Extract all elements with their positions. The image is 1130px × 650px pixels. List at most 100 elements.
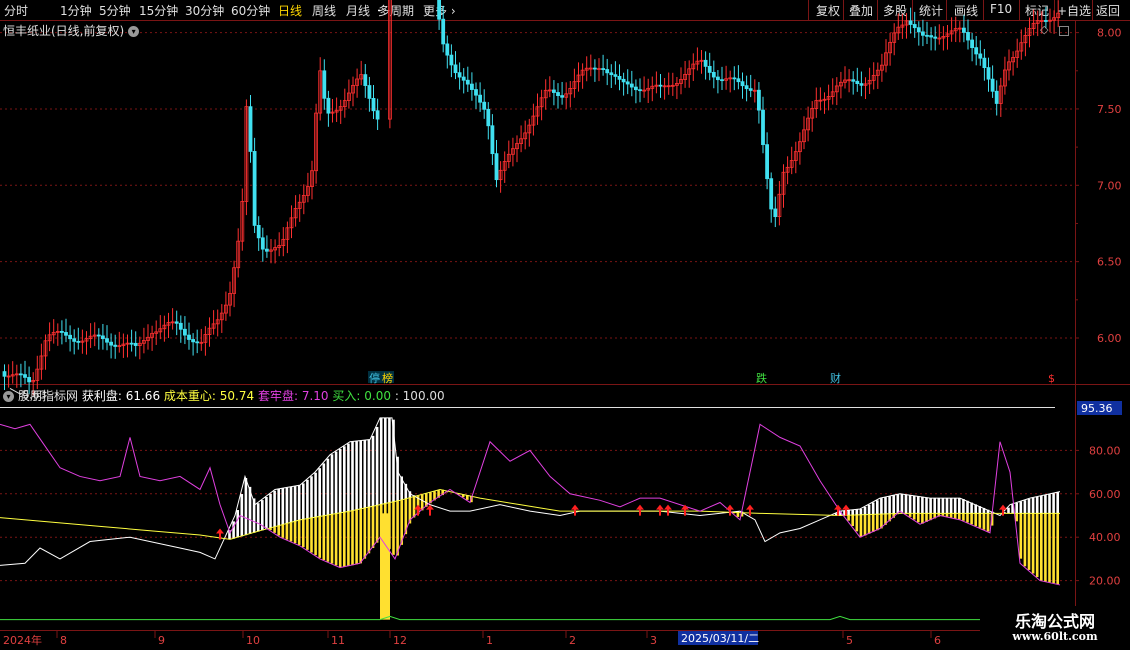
trapped-bar bbox=[966, 513, 969, 523]
profit-bar bbox=[908, 495, 912, 514]
candle-body bbox=[933, 36, 938, 39]
diamond-icon[interactable]: ◇ bbox=[1040, 23, 1048, 36]
profit-bar bbox=[880, 498, 883, 515]
candle-body bbox=[363, 74, 368, 86]
candle-body bbox=[133, 342, 138, 346]
indicator-tick-label: 40.00 bbox=[1089, 531, 1121, 544]
month-label: 5 bbox=[846, 634, 853, 647]
candle-body bbox=[465, 79, 470, 85]
candle-body bbox=[617, 75, 622, 80]
profit-bar bbox=[912, 495, 916, 514]
trapped-bar bbox=[921, 513, 924, 524]
candle-body bbox=[625, 81, 630, 85]
profit-bar bbox=[958, 498, 961, 514]
candle-body bbox=[375, 110, 380, 120]
profit-bar bbox=[925, 497, 928, 514]
candle-body bbox=[962, 27, 966, 33]
trapped-bar bbox=[871, 514, 875, 533]
candle-body bbox=[174, 321, 179, 324]
candle-body bbox=[474, 89, 478, 96]
trapped-bar bbox=[1056, 513, 1059, 585]
trapped-bar bbox=[297, 520, 301, 545]
candle-body bbox=[129, 342, 134, 345]
trapped-bar bbox=[326, 515, 330, 562]
trapped-bar bbox=[1048, 513, 1051, 583]
profit-bar bbox=[281, 488, 285, 525]
profit-bar bbox=[1015, 502, 1018, 514]
candle-body bbox=[113, 344, 118, 347]
month-label: 12 bbox=[393, 634, 407, 647]
trapped-bar bbox=[851, 515, 854, 527]
trapped-bar bbox=[314, 517, 317, 556]
profit-bar bbox=[297, 485, 301, 521]
candle-body bbox=[736, 78, 741, 83]
profit-bar bbox=[888, 496, 891, 514]
candle-body bbox=[855, 80, 860, 84]
trapped-bar bbox=[970, 513, 973, 525]
profit-bar bbox=[970, 502, 973, 514]
candle-body bbox=[445, 43, 450, 56]
profit-bar bbox=[900, 493, 904, 514]
profit-bar bbox=[326, 458, 330, 516]
trapped-bar bbox=[285, 523, 289, 540]
candle-body bbox=[851, 79, 856, 82]
candle-body bbox=[378, 9, 380, 12]
candle-body bbox=[744, 85, 749, 90]
candle-body bbox=[716, 76, 720, 81]
profit-label: 获利盘: 61.66 bbox=[81, 389, 161, 403]
kline-chart[interactable]: 9.509.008.508.007.507.006.506.00 9.895.6… bbox=[0, 0, 1130, 650]
trapped-bar bbox=[322, 515, 326, 560]
candle-body bbox=[916, 27, 921, 33]
candle-body bbox=[23, 374, 27, 378]
candle-body bbox=[634, 86, 638, 91]
price-tick-label: 7.50 bbox=[1097, 103, 1122, 116]
profit-bar bbox=[244, 478, 248, 536]
event-label: 榜 bbox=[382, 371, 393, 385]
candle-body bbox=[613, 74, 618, 77]
profit-bar bbox=[318, 468, 321, 517]
trapped-bar bbox=[306, 518, 309, 550]
profit-bar bbox=[363, 440, 367, 509]
candle-body bbox=[773, 208, 778, 218]
trapped-bar bbox=[338, 513, 342, 568]
candle-body bbox=[925, 34, 929, 37]
candle-body bbox=[748, 88, 753, 91]
profit-bar bbox=[289, 486, 293, 523]
profit-bar bbox=[941, 498, 945, 514]
current-value-label: 95.36 bbox=[1081, 402, 1113, 415]
profit-bar bbox=[933, 498, 936, 514]
watermark-url: www.60lt.com bbox=[1012, 630, 1098, 643]
chevron-down-icon[interactable]: ▾ bbox=[3, 391, 14, 402]
stock-title[interactable]: 恒丰纸业(日线,前复权) ▾ bbox=[3, 22, 140, 39]
candle-body bbox=[990, 78, 995, 92]
event-markers: 停榜 跌 财 $ bbox=[368, 371, 1055, 385]
profit-bar bbox=[1048, 494, 1051, 514]
profit-bar bbox=[1044, 495, 1047, 514]
window-toggle-icon[interactable] bbox=[1056, 23, 1069, 37]
trapped-bar bbox=[736, 512, 740, 517]
profit-bar bbox=[1056, 492, 1059, 514]
trapped-bar bbox=[917, 513, 920, 523]
month-label: 1 bbox=[486, 634, 493, 647]
buy-arrow-icon bbox=[636, 504, 644, 516]
indicator-title[interactable]: ▾ 股朋指标网 获利盘: 61.66 成本重心: 50.74 套牢盘: 7.10 … bbox=[3, 387, 445, 404]
candle-body bbox=[68, 334, 72, 340]
chevron-down-icon[interactable]: ▾ bbox=[128, 26, 140, 37]
profit-bar bbox=[285, 487, 289, 524]
candle-body bbox=[191, 339, 196, 343]
profit-bar bbox=[379, 418, 383, 505]
candle-body bbox=[994, 90, 999, 104]
profit-bar bbox=[1031, 497, 1035, 514]
trapped-bar bbox=[355, 510, 358, 565]
candle-body bbox=[490, 125, 495, 155]
trapped-bar bbox=[289, 522, 293, 542]
profit-bar bbox=[371, 435, 375, 507]
indicator-grid bbox=[0, 407, 1075, 582]
month-label: 2 bbox=[569, 634, 576, 647]
candle-body bbox=[482, 101, 487, 110]
trapped-bar bbox=[371, 506, 375, 549]
profit-bar bbox=[863, 506, 867, 515]
candle-body bbox=[921, 31, 925, 36]
candle-body bbox=[248, 106, 253, 152]
candle-body bbox=[966, 32, 970, 41]
